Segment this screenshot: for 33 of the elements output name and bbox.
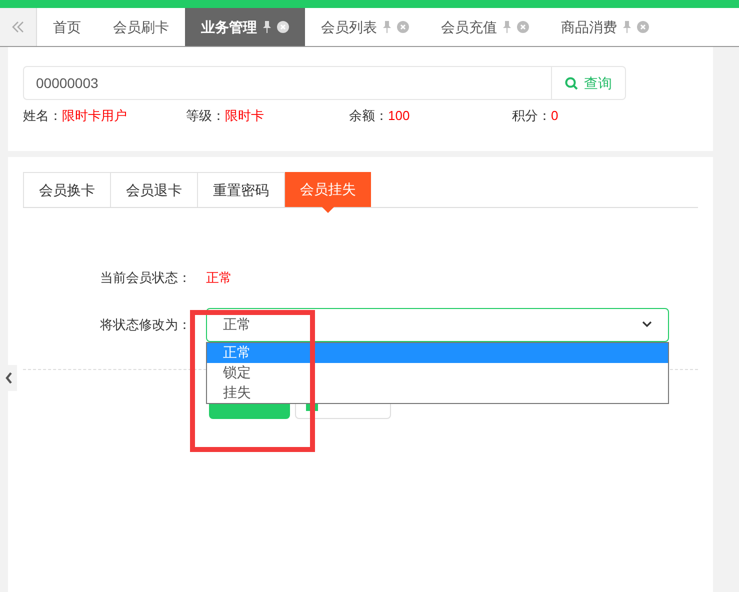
page-tab[interactable]: 首页 [37,8,97,46]
page-tab[interactable]: 商品消费 [545,8,665,46]
scroll-left-button[interactable] [0,8,37,46]
page-tab[interactable]: 会员充值 [425,8,545,46]
close-icon[interactable] [277,21,289,33]
status-label: 当前会员状态： [100,269,192,287]
pin-icon[interactable] [383,21,391,33]
chevron-down-icon [642,321,652,328]
pin-icon[interactable] [623,21,631,33]
info-label: 余额： [349,107,388,125]
page-tab[interactable]: 业务管理 [185,8,305,46]
dropdown-option[interactable]: 挂失 [207,382,668,402]
info-label: 积分： [512,107,551,125]
info-value: 100 [388,107,410,125]
info-value: 0 [551,107,558,125]
search-icon [565,76,578,90]
search-field[interactable]: 00000003 [23,66,552,100]
status-value: 正常 [206,269,232,287]
change-status-label: 将状态修改为： [100,316,192,334]
info-value: 限时卡 [225,107,264,125]
pin-icon[interactable] [263,21,271,33]
info-label: 等级： [186,107,225,125]
status-select[interactable]: 正常 [206,308,669,342]
action-tab[interactable]: 会员换卡 [23,172,111,207]
double-chevron-icon [11,21,25,33]
info-label: 姓名： [23,107,62,125]
dropdown-option[interactable]: 锁定 [207,362,668,382]
page-tab[interactable]: 会员刷卡 [97,8,185,46]
page-tab[interactable]: 会员列表 [305,8,425,46]
pin-icon[interactable] [503,21,511,33]
chevron-left-icon [4,372,12,384]
tab-pointer-icon [322,207,334,213]
info-value: 限时卡用户 [62,107,127,125]
